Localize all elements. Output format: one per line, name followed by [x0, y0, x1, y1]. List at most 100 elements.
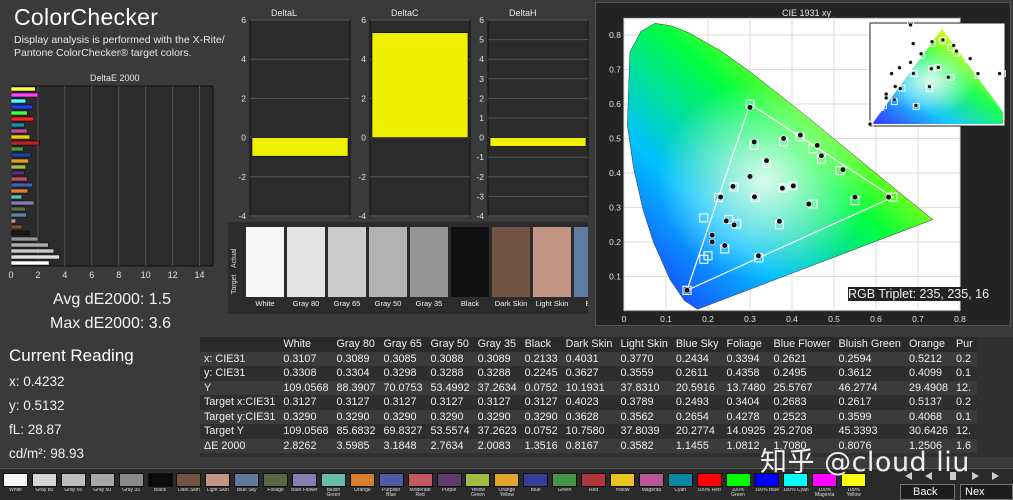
patch-chip[interactable]: Light Skin	[204, 472, 231, 499]
play-icon[interactable]	[972, 472, 979, 480]
table-cell: 0.3288	[426, 366, 474, 381]
patch-chip-swatch	[234, 473, 260, 487]
patch-chip-label: Yellow	[615, 488, 630, 493]
patch-chip-label: 100% Yellow	[846, 488, 861, 498]
deltac-ytick: 2	[361, 93, 366, 103]
patch-chip[interactable]: Red	[580, 472, 607, 499]
patch-chip-label: Orange Yellow	[498, 488, 516, 498]
de2000-bar	[10, 152, 32, 158]
table-cell: 0.3089	[473, 351, 521, 366]
patch-chip[interactable]: Bluish Green	[320, 472, 347, 499]
table-cell: 2.8262	[279, 438, 333, 453]
de2000-xtick: 10	[141, 270, 151, 280]
patch-chip[interactable]: Blue Sky	[233, 472, 260, 499]
patch-chip[interactable]: Foliage	[262, 472, 289, 499]
patch-chip[interactable]: Yellow	[609, 472, 636, 499]
patch-chip[interactable]: Purplish Blue	[378, 472, 405, 499]
cie-xtick: 0.2	[702, 314, 714, 324]
patch-chip[interactable]: Gray 80	[31, 472, 58, 499]
cie-measured-point	[709, 238, 716, 246]
patch-chip[interactable]: Gray 50	[89, 472, 116, 499]
patch-chip[interactable]: Cyan	[667, 472, 694, 499]
patch-chip[interactable]: White	[2, 472, 29, 499]
de2000-bar	[10, 200, 35, 206]
patch-chip-swatch	[609, 473, 635, 487]
patch-chip-swatch	[176, 473, 202, 487]
de2000-bar	[10, 182, 33, 188]
rgb-triplet: RGB Triplet: 235, 235, 16	[848, 287, 990, 301]
cie-inset-point	[967, 56, 973, 61]
patch-chip-swatch	[292, 473, 317, 487]
table-cell: 10.7580	[561, 424, 617, 439]
patch-chip-swatch	[436, 473, 462, 487]
back-button[interactable]: Back	[900, 484, 955, 500]
de2000-plot-bg	[10, 85, 214, 267]
deltah-ytick: 6	[479, 16, 484, 25]
table-cell: 0.4099	[904, 366, 952, 381]
table-cell: 29.4908	[904, 380, 952, 395]
strip-swatch-color	[451, 227, 489, 297]
forward-icon[interactable]	[992, 472, 999, 480]
table-cell: 0.3127	[520, 395, 562, 410]
cie-measured-point	[723, 217, 730, 225]
patch-chip[interactable]: Moderate Red	[407, 472, 434, 499]
table-cell: 12.	[951, 424, 977, 439]
cie-measured-point	[839, 166, 847, 173]
cie-measured-point	[780, 135, 787, 142]
patch-chip[interactable]: Blue Flower	[291, 472, 318, 499]
cie-inset-point	[911, 71, 916, 76]
table-row: x: CIE31 0.3107 0.3089 0.3085 0.3088 0.3089 0.…	[200, 351, 977, 366]
patch-chip-label: Foliage	[267, 488, 284, 493]
table-cell: 0.2654	[671, 409, 723, 424]
patch-chip[interactable]: Black	[147, 472, 174, 499]
de2000-bar	[10, 170, 25, 176]
cie-measured-point	[763, 157, 770, 164]
target-label: Target	[231, 274, 238, 294]
table-cell: 0.5212	[904, 351, 952, 366]
cie-xtick: 0.5	[828, 314, 840, 324]
table-cell: 0.3088	[426, 351, 474, 366]
table-row: Target y:CIE31 0.3290 0.3290 0.3290 0.3290 0.…	[200, 409, 977, 424]
patch-chip[interactable]: Blue	[522, 472, 549, 499]
cie-measured-point	[709, 232, 716, 239]
next-button[interactable]: Nex	[960, 484, 1013, 500]
patch-chip[interactable]: Green	[551, 472, 578, 499]
table-row: Y 109.0568 88.3907 70.0753 53.4992 37.2634 0.0…	[200, 380, 977, 395]
table-cell: 0.2495	[769, 366, 835, 381]
patch-chip-label: Gray 35	[122, 488, 140, 493]
de2000-bar	[10, 158, 29, 164]
max-de2000: Max dE2000: 3.6	[50, 315, 171, 332]
patch-chip[interactable]: Gray 65	[60, 472, 87, 499]
de2000-bar	[10, 254, 60, 260]
patch-chip-swatch	[205, 473, 231, 487]
patch-chip[interactable]: Magenta	[638, 472, 665, 499]
table-cell: 0.3290	[379, 409, 427, 424]
de2000-bar	[10, 242, 49, 248]
table-cell: 37.8039	[616, 424, 672, 439]
table-header-cell: Gray 80	[332, 337, 380, 352]
table-cell: 3.1848	[379, 438, 427, 453]
patch-chip[interactable]: Orange	[349, 472, 376, 499]
table-header-cell: Light Skin	[616, 337, 672, 352]
patch-chip[interactable]: 100% Green	[725, 472, 752, 499]
patch-chip[interactable]: Gray 35	[118, 472, 145, 499]
patch-chip[interactable]: Orange Yellow	[493, 472, 520, 499]
patch-chip-label: 100% Red	[697, 488, 721, 493]
patch-chip-swatch	[667, 473, 693, 487]
de2000-xtick: 14	[195, 270, 205, 280]
patch-chip-swatch	[407, 473, 433, 487]
patch-chip[interactable]: Dark Skin	[175, 472, 202, 499]
table-cell: 0.3127	[426, 395, 474, 410]
watermark: 知乎 @cloud liu	[760, 447, 970, 478]
cie-ytick: 0.7	[609, 65, 621, 75]
deltah-ytick: -2	[476, 172, 484, 182]
avg-de2000: Avg dE2000: 1.5	[53, 291, 172, 308]
strip-swatch-label: Gray 65	[333, 299, 361, 308]
strip-swatch-label: Blue	[585, 299, 588, 308]
patch-chip[interactable]: Purple	[436, 472, 463, 499]
deltal-ytick: 6	[241, 16, 246, 25]
patch-chip[interactable]: 100% Red	[696, 472, 723, 499]
patch-chip-label: Red	[588, 488, 599, 493]
table-cell: y: CIE31	[200, 366, 280, 381]
patch-chip[interactable]: Yellow Green	[464, 472, 491, 499]
